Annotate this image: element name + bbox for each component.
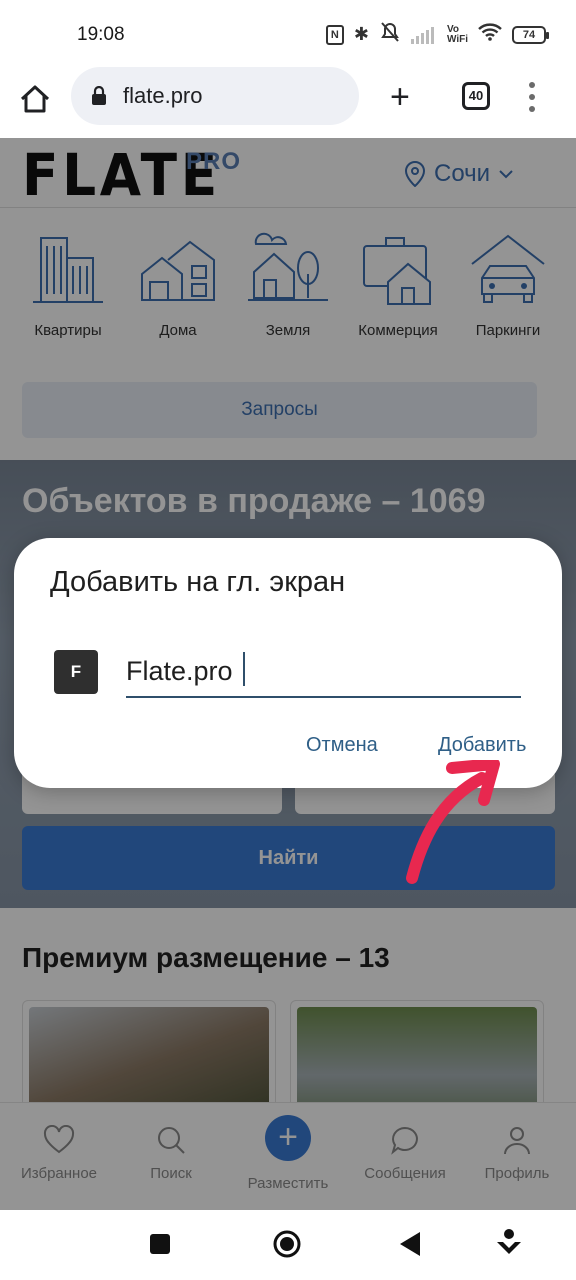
vowifi-icon: Vo WiFi	[446, 23, 468, 45]
address-bar[interactable]: flate.pro	[71, 67, 359, 125]
url-text: flate.pro	[123, 83, 203, 108]
add-to-home-dialog: Добавить на гл. экран F Отмена Добавить	[14, 538, 562, 788]
system-nav-bar	[0, 1210, 576, 1280]
nfc-icon: N	[325, 24, 344, 45]
mute-icon	[379, 22, 401, 47]
back-icon[interactable]	[398, 1230, 422, 1258]
site-favicon: F	[54, 650, 98, 694]
assistant-icon[interactable]	[496, 1228, 522, 1258]
annotation-arrow-icon	[406, 760, 500, 884]
vowifi-bottom: WiFi	[446, 33, 468, 45]
status-icons: N ✱ Vo WiFi 74	[325, 22, 549, 47]
wifi-icon	[478, 23, 502, 46]
browser-toolbar: flate.pro + 40	[0, 67, 576, 138]
bluetooth-icon: ✱	[353, 24, 369, 44]
status-bar: 19:08 N ✱ Vo WiFi 74	[0, 0, 576, 70]
home-circle-icon[interactable]	[272, 1229, 302, 1259]
home-button[interactable]	[18, 82, 52, 116]
dialog-title: Добавить на гл. экран	[50, 566, 346, 598]
status-time: 19:08	[77, 24, 125, 45]
recents-icon[interactable]	[148, 1232, 172, 1256]
signal-icon	[410, 26, 437, 44]
browser-menu-button[interactable]	[528, 82, 536, 112]
new-tab-button[interactable]: +	[390, 80, 410, 114]
text-cursor	[243, 652, 245, 686]
cancel-button[interactable]: Отмена	[306, 734, 378, 757]
battery-icon: 74	[512, 25, 549, 44]
lock-icon	[92, 86, 106, 105]
shortcut-name-input[interactable]	[126, 646, 521, 698]
add-button[interactable]: Добавить	[438, 734, 526, 757]
home-icon	[20, 85, 50, 113]
tab-switcher-button[interactable]: 40	[462, 82, 490, 110]
vowifi-top: Vo	[446, 23, 460, 35]
